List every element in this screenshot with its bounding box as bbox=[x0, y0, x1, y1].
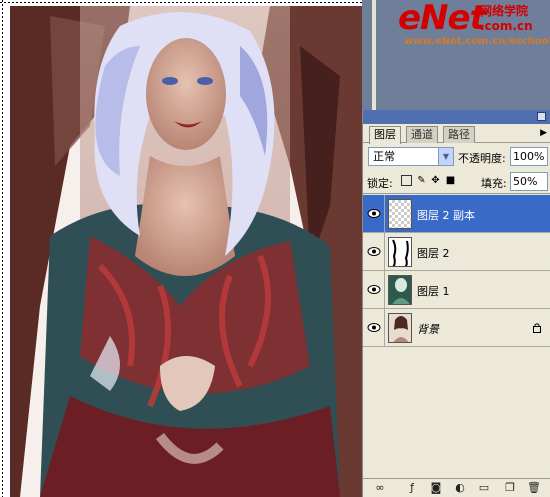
trash-icon[interactable]: 🗑 bbox=[527, 481, 541, 495]
tab-paths[interactable]: 路径 bbox=[443, 126, 475, 143]
layer-thumbnail bbox=[388, 313, 412, 343]
canvas-marquee-top bbox=[0, 2, 362, 3]
lock-brush-icon[interactable]: ✎ bbox=[416, 175, 427, 186]
watermark-url: www.eNet.com.cn/eschool bbox=[404, 36, 550, 47]
layer-name: 图层 1 bbox=[417, 285, 450, 298]
layers-panel: 图层 通道 路径 ▶ 正常 ▼ 不透明度: 100% 锁定: ✎ ✥ ■ 填充:… bbox=[362, 110, 550, 497]
link-icon[interactable]: ∞ bbox=[373, 481, 387, 495]
eye-icon[interactable] bbox=[367, 322, 381, 333]
workspace-divider bbox=[372, 0, 376, 110]
lock-all-icon[interactable]: ■ bbox=[445, 175, 456, 186]
layer-thumbnail bbox=[388, 275, 412, 305]
opacity-input[interactable]: 100% bbox=[510, 147, 548, 166]
mask-icon[interactable]: ◙ bbox=[429, 481, 443, 495]
lock-icon bbox=[533, 323, 541, 333]
document-canvas[interactable] bbox=[0, 0, 362, 497]
eye-separator bbox=[384, 233, 385, 271]
close-icon[interactable] bbox=[537, 112, 546, 121]
artwork-image bbox=[10, 6, 362, 497]
eye-icon[interactable] bbox=[367, 284, 381, 295]
layer-name: 背景 bbox=[417, 323, 439, 336]
panel-tabs: 图层 通道 路径 ▶ bbox=[363, 124, 550, 144]
new-layer-icon[interactable]: ❐ bbox=[503, 481, 517, 495]
layer-row[interactable]: 图层 2 副本 bbox=[363, 195, 550, 233]
watermark-chinese-text: 网络学院 .com.cn bbox=[480, 2, 533, 33]
watermark-com: .com.cn bbox=[480, 19, 533, 33]
blend-mode-row: 正常 ▼ 不透明度: 100% bbox=[363, 144, 550, 168]
tab-channels[interactable]: 通道 bbox=[406, 126, 438, 143]
lock-label: 锁定: bbox=[367, 177, 393, 190]
fill-input[interactable]: 50% bbox=[510, 172, 548, 191]
tab-layers[interactable]: 图层 bbox=[369, 126, 401, 144]
chevron-down-icon[interactable]: ▼ bbox=[438, 148, 453, 165]
blend-mode-select[interactable]: 正常 ▼ bbox=[368, 147, 454, 166]
lock-row: 锁定: ✎ ✥ ■ 填充: 50% bbox=[363, 168, 550, 194]
lock-transparent-icon[interactable] bbox=[401, 175, 412, 186]
eye-icon[interactable] bbox=[367, 246, 381, 257]
panel-bottom-toolbar: ∞ ƒ ◙ ◐ ▭ ❐ 🗑 bbox=[363, 478, 550, 497]
layer-row[interactable]: 图层 2 bbox=[363, 233, 550, 271]
eye-separator bbox=[384, 271, 385, 309]
eye-separator bbox=[384, 309, 385, 347]
lock-move-icon[interactable]: ✥ bbox=[430, 175, 441, 186]
panel-menu-arrow-icon[interactable]: ▶ bbox=[540, 128, 547, 138]
eye-separator bbox=[384, 195, 385, 233]
layer-thumbnail bbox=[388, 237, 412, 267]
watermark-chinese: 网络学院 bbox=[480, 4, 529, 18]
eye-icon[interactable] bbox=[367, 208, 381, 219]
fill-label: 填充: bbox=[481, 177, 507, 190]
watermark-logo-text: eNet bbox=[398, 0, 486, 38]
canvas-marquee-left bbox=[2, 0, 3, 497]
new-group-icon[interactable]: ▭ bbox=[477, 481, 491, 495]
layer-list: 图层 2 副本 图层 2 图层 1 背景 bbox=[363, 195, 550, 475]
layer-row[interactable]: 图层 1 bbox=[363, 271, 550, 309]
opacity-label: 不透明度: bbox=[458, 152, 506, 165]
panel-titlebar[interactable] bbox=[363, 110, 550, 124]
adjustment-layer-icon[interactable]: ◐ bbox=[453, 481, 467, 495]
layer-style-icon[interactable]: ƒ bbox=[405, 481, 419, 495]
blend-mode-value: 正常 bbox=[373, 150, 395, 163]
layer-row[interactable]: 背景 bbox=[363, 309, 550, 347]
layer-name: 图层 2 副本 bbox=[417, 209, 475, 222]
layer-name: 图层 2 bbox=[417, 247, 450, 260]
layer-thumbnail bbox=[388, 199, 412, 229]
